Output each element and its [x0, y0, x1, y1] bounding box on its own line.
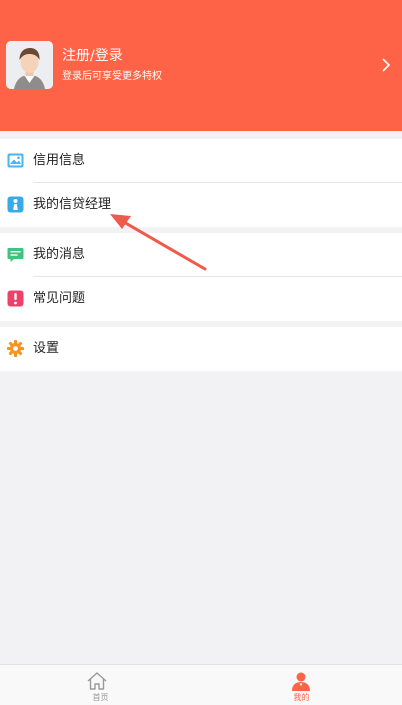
avatar [6, 41, 53, 89]
menu-item-faq[interactable]: 常见问题 [0, 277, 402, 321]
user-icon [292, 672, 310, 691]
tab-label: 我的 [293, 693, 310, 702]
user-avatar-icon [6, 41, 53, 89]
login-benefit-subtitle: 登录后可享受更多特权 [62, 71, 162, 82]
profile-header[interactable]: 注册/登录 登录后可享受更多特权 [0, 0, 402, 131]
menu-item-label: 信用信息 [33, 153, 86, 168]
menu-item-settings[interactable]: 设置 [0, 327, 402, 371]
menu-item-credit-info[interactable]: 信用信息 [0, 139, 402, 183]
menu-group-settings: 设置 [0, 327, 402, 371]
menu-item-label: 我的消息 [33, 247, 86, 262]
message-icon [7, 248, 24, 262]
menu-item-label: 我的信贷经理 [33, 197, 112, 212]
menu-group-credit: 信用信息 我的信贷经理 [0, 139, 402, 227]
tab-home[interactable]: 首页 [0, 665, 201, 705]
tab-mine[interactable]: 我的 [201, 665, 402, 705]
menu-item-label: 常见问题 [33, 291, 86, 306]
faq-icon [7, 290, 24, 307]
menu-item-loan-manager[interactable]: 我的信贷经理 [0, 183, 402, 227]
chevron-right-icon[interactable] [380, 57, 392, 73]
bottom-tab-bar: 首页 我的 [0, 664, 402, 705]
menu-group-messages: 我的消息 常见问题 [0, 233, 402, 321]
menu-item-messages[interactable]: 我的消息 [0, 233, 402, 277]
gear-icon [7, 340, 24, 357]
tab-label: 首页 [92, 693, 109, 702]
home-icon [87, 672, 107, 690]
menu-item-label: 设置 [33, 341, 60, 356]
login-register-title[interactable]: 注册/登录 [62, 47, 123, 65]
credit-info-icon [7, 153, 24, 168]
loan-manager-icon [7, 196, 24, 213]
